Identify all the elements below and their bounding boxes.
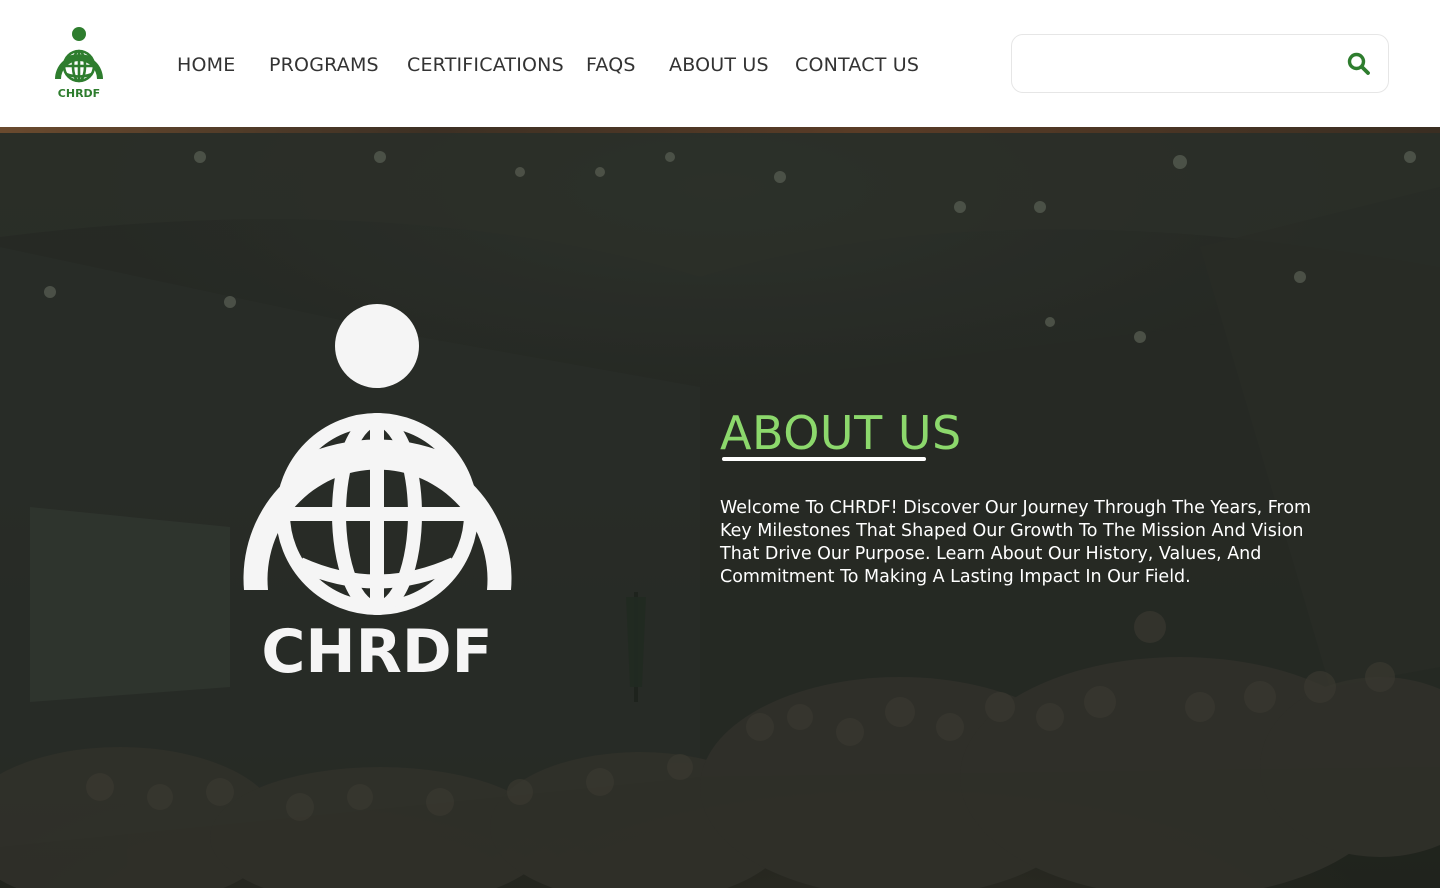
about-hero: CHRDF ABOUT US Welcome To CHRDF! Discove… — [0, 127, 1440, 888]
nav-home[interactable]: HOME — [177, 52, 235, 78]
chrdf-large-logo-icon: CHRDF — [243, 304, 512, 676]
search-box — [1011, 34, 1389, 93]
about-us-heading: ABOUT US — [720, 406, 962, 460]
search-input[interactable] — [1026, 45, 1326, 83]
about-us-description: Welcome To CHRDF! Discover Our Journey T… — [720, 498, 1312, 587]
site-header: CHRDF HOME PROGRAMS CERTIFICATIONS FAQS … — [0, 0, 1440, 127]
search-icon — [1347, 52, 1370, 75]
nav-certifications[interactable]: CERTIFICATIONS — [407, 52, 564, 78]
nav-about-us[interactable]: ABOUT US — [669, 52, 769, 78]
search-button[interactable] — [1346, 51, 1372, 77]
hero-logo-text: CHRDF — [261, 617, 492, 676]
nav-contact-us[interactable]: CONTACT US — [795, 52, 919, 78]
hero-top-strip — [0, 127, 1440, 133]
heading-underline — [722, 457, 926, 461]
main-nav: HOME PROGRAMS CERTIFICATIONS FAQS ABOUT … — [0, 52, 1000, 78]
nav-faqs[interactable]: FAQS — [586, 52, 636, 78]
nav-programs[interactable]: PROGRAMS — [269, 52, 379, 78]
logo-text: CHRDF — [58, 87, 100, 100]
